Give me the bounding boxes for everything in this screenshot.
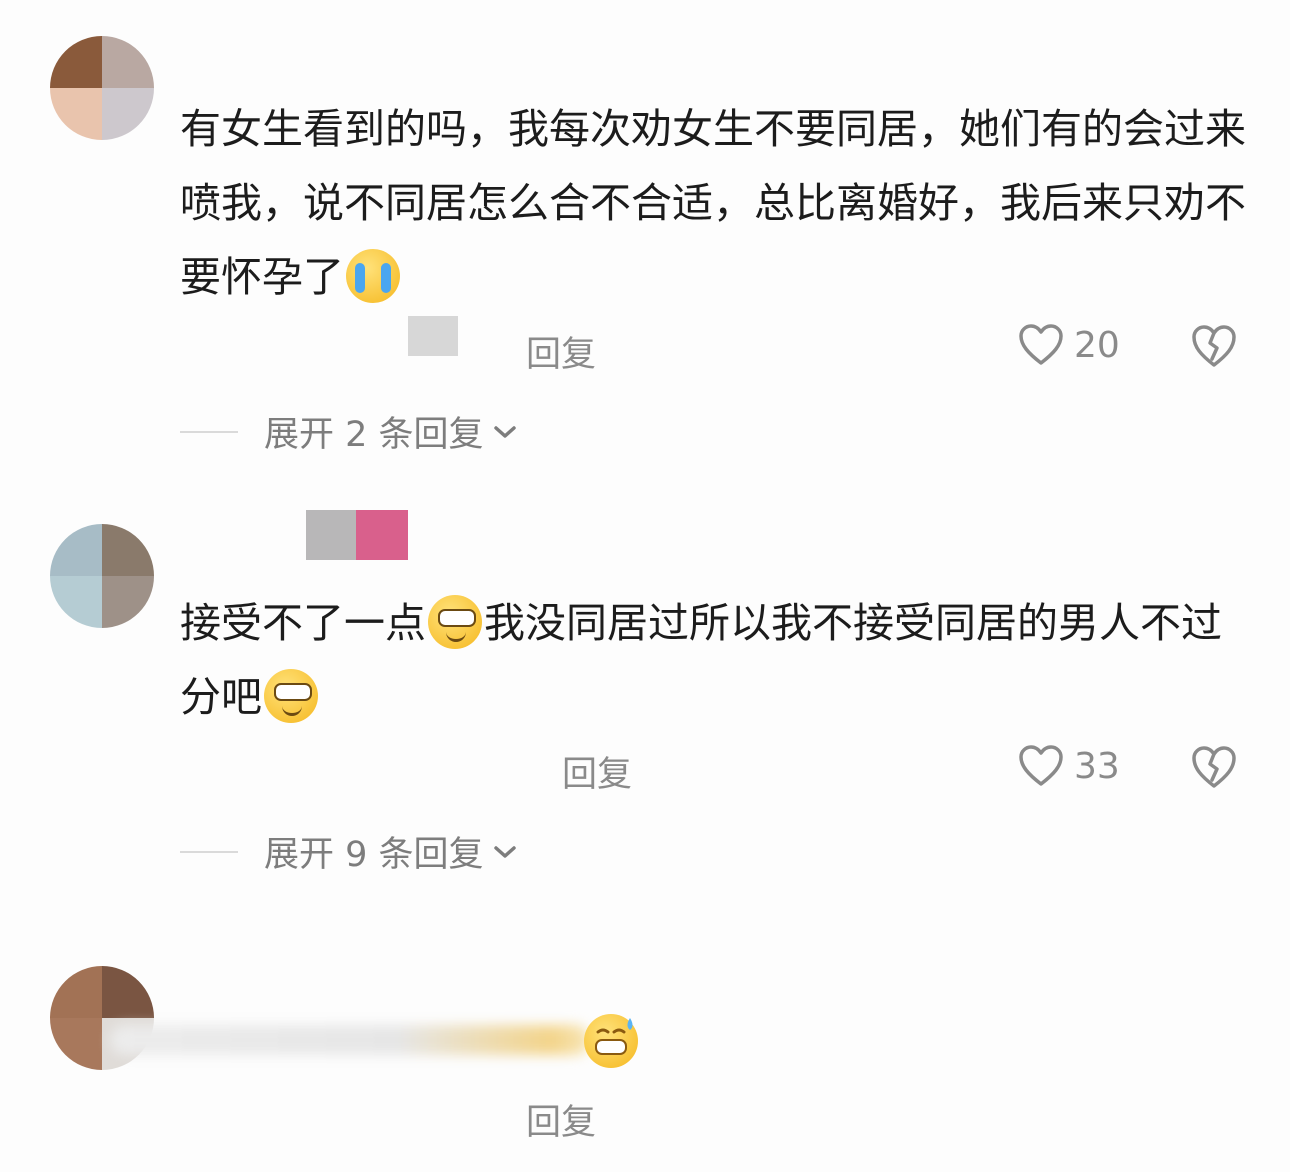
divider [180,430,238,433]
smirking-face-icon [428,595,482,649]
comment-text-content: 接受不了一点 [180,599,426,647]
expand-replies-button[interactable]: 展开 2 条回复 [180,406,518,457]
comment-text-content: 有女生看到的吗，我每次劝女生不要同居，她们有的会过来喷我，说不同居怎么合不合适，… [180,105,1246,301]
smirking-face-icon [264,669,318,723]
timestamp-blurred [408,316,458,356]
divider [180,850,238,853]
avatar[interactable] [50,36,154,140]
like-count: 33 [1074,745,1120,787]
comment-text-blurred [110,1025,590,1055]
dislike-button-broken-heart-icon[interactable] [1190,744,1238,790]
chevron-down-icon [493,845,516,858]
expand-replies-button[interactable]: 展开 9 条回复 [180,826,518,877]
comment-text: 有女生看到的吗，我每次劝女生不要同居，她们有的会过来喷我，说不同居怎么合不合适，… [180,92,1250,314]
reply-button[interactable]: 回复 [526,326,596,377]
grinning-sweat-face-icon [584,1014,638,1068]
chevron-down-icon [493,425,516,438]
heart-icon [1019,324,1063,365]
reply-button[interactable]: 回复 [562,746,632,797]
loudly-crying-face-icon [346,249,400,303]
expand-replies-label: 展开 9 条回复 [264,835,484,875]
like-button[interactable]: 33 [1018,744,1120,788]
avatar[interactable] [50,524,154,628]
username-badge-blurred [356,510,408,560]
comment-text: 接受不了一点 我没同居过所以我不接受同居的男人不过分吧 [180,586,1250,734]
dislike-button-broken-heart-icon[interactable] [1190,323,1238,369]
username-blurred [306,510,356,560]
like-count: 20 [1074,324,1120,366]
expand-replies-label: 展开 2 条回复 [264,415,484,455]
heart-icon [1019,745,1063,786]
like-button[interactable]: 20 [1018,323,1120,367]
reply-button[interactable]: 回复 [526,1094,596,1145]
